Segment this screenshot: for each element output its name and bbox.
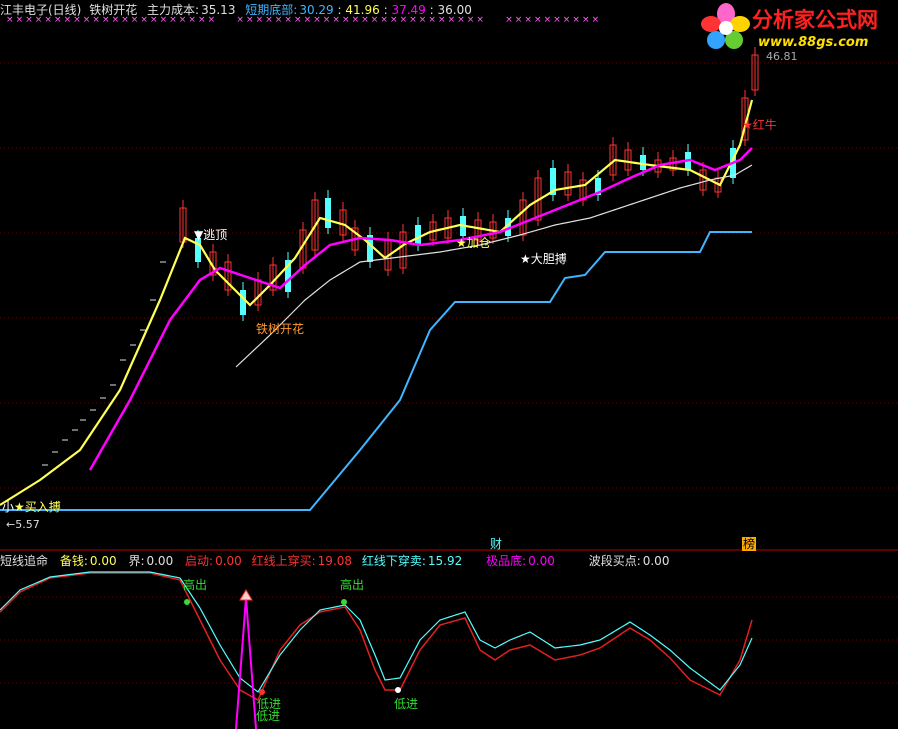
low-in-dot-1 bbox=[259, 689, 265, 695]
site-logo[interactable]: 分析家公式网 www.88gs.com bbox=[700, 2, 896, 54]
buy-bet-label: 买入搏 bbox=[24, 500, 61, 514]
candle-body bbox=[325, 198, 331, 228]
high-out-dot-2 bbox=[341, 599, 347, 605]
logo-url: www.88gs.com bbox=[758, 35, 869, 50]
x-marker: × bbox=[505, 15, 513, 25]
extreme-label: 极品底: bbox=[486, 554, 527, 568]
x-marker: × bbox=[582, 15, 590, 25]
x-marker: × bbox=[534, 15, 542, 25]
logo-title: 分析家公式网 bbox=[752, 8, 878, 32]
sep-2: : bbox=[383, 3, 388, 17]
x-marker: × bbox=[515, 15, 523, 25]
reserve-label: 备钱: bbox=[59, 554, 88, 568]
x-marker: × bbox=[524, 15, 532, 25]
red-sub-line bbox=[0, 572, 753, 702]
bold-bet-label: ★大胆搏 bbox=[520, 252, 567, 266]
jie-label: 界: bbox=[128, 554, 145, 568]
bang-marker[interactable]: 榜 bbox=[742, 537, 757, 551]
wave-value: 0.00 bbox=[642, 554, 670, 568]
red-bull-label: ★红牛 bbox=[742, 118, 777, 132]
bottom-value-1: 30.29 bbox=[299, 3, 334, 17]
red-up-label: 红线上穿买: bbox=[251, 554, 316, 568]
cyan-sub-line bbox=[0, 571, 753, 693]
indicator-name: 铁树开花 bbox=[89, 3, 138, 17]
low-in-dot-2 bbox=[395, 687, 401, 693]
moving-average-lines bbox=[0, 99, 754, 506]
low-price-label: ←5.57 bbox=[6, 518, 40, 531]
blue-support-path bbox=[0, 231, 752, 511]
sub-title: 短线追命 bbox=[0, 554, 49, 568]
add-position-label: ★加仓 bbox=[456, 236, 491, 250]
tree-flower-label: 铁树开花 bbox=[256, 322, 305, 336]
bottom-value-2: 41.96 bbox=[345, 3, 380, 17]
start-value: 0.00 bbox=[215, 554, 242, 568]
start-label: 启动: bbox=[185, 554, 214, 568]
cai-marker[interactable]: 财 bbox=[490, 537, 502, 551]
high-out-label-1: 高出 bbox=[183, 578, 208, 592]
x-marker: × bbox=[592, 15, 600, 25]
sub-indicator-lines bbox=[0, 571, 753, 729]
high-out-dot-1 bbox=[184, 599, 190, 605]
low-price-value: 5.57 bbox=[15, 518, 40, 531]
x-marker: × bbox=[553, 15, 561, 25]
red-up-value: 19.08 bbox=[317, 554, 353, 568]
white-slow-line bbox=[235, 164, 753, 368]
small-label: 小 bbox=[2, 500, 15, 514]
candle-body bbox=[640, 155, 646, 170]
low-in-label-2: 低进 bbox=[256, 709, 281, 723]
bottom-value-4: 36.00 bbox=[437, 3, 472, 17]
x-marker: × bbox=[563, 15, 571, 25]
magenta-spike bbox=[235, 597, 257, 729]
low-in-label-3: 低进 bbox=[394, 697, 419, 711]
reserve-value: 0.00 bbox=[89, 554, 117, 568]
price-gridlines bbox=[0, 62, 898, 684]
sep-3: : bbox=[429, 3, 434, 17]
stock-name: 江丰电子(日线) bbox=[0, 3, 82, 17]
high-price-label: 46.81 bbox=[766, 50, 798, 63]
high-out-label-2: 高出 bbox=[340, 578, 365, 592]
red-down-value: 15.92 bbox=[427, 554, 463, 568]
extreme-value: 0.00 bbox=[528, 554, 555, 568]
cost-label: 主力成本: bbox=[147, 3, 200, 17]
chart-canvas[interactable]: × × × × × × × × × × × × × × × × × × × × × × × × × × × × × × × × × × × × × × × ×… bbox=[0, 0, 898, 729]
jie-value: 0.00 bbox=[146, 554, 174, 568]
yellow-fast-line bbox=[0, 99, 754, 506]
candle-body bbox=[415, 225, 421, 245]
wave-label: 波段买点: bbox=[588, 554, 641, 568]
bottom-label: 短期底部: bbox=[245, 3, 298, 17]
x-marker: × bbox=[476, 15, 484, 25]
small-star-icon: ★ bbox=[14, 500, 25, 514]
magenta-mid-line bbox=[88, 147, 753, 471]
red-down-label: 红线下穿卖: bbox=[361, 554, 426, 568]
candlesticks[interactable] bbox=[179, 47, 759, 321]
cost-value: 35.13 bbox=[201, 3, 236, 17]
up-arrow-icon bbox=[239, 589, 253, 601]
escape-top-label: ▼逃顶 bbox=[194, 228, 228, 242]
blue-support-line bbox=[0, 231, 752, 511]
candle-body bbox=[240, 290, 246, 315]
x-marker: × bbox=[572, 15, 580, 25]
flower-icon bbox=[701, 3, 750, 49]
bottom-value-3: 37.49 bbox=[391, 3, 426, 17]
small-bet-label: 小★买入搏 bbox=[2, 500, 61, 514]
x-marker: × bbox=[544, 15, 552, 25]
sep-1: : bbox=[337, 3, 342, 17]
